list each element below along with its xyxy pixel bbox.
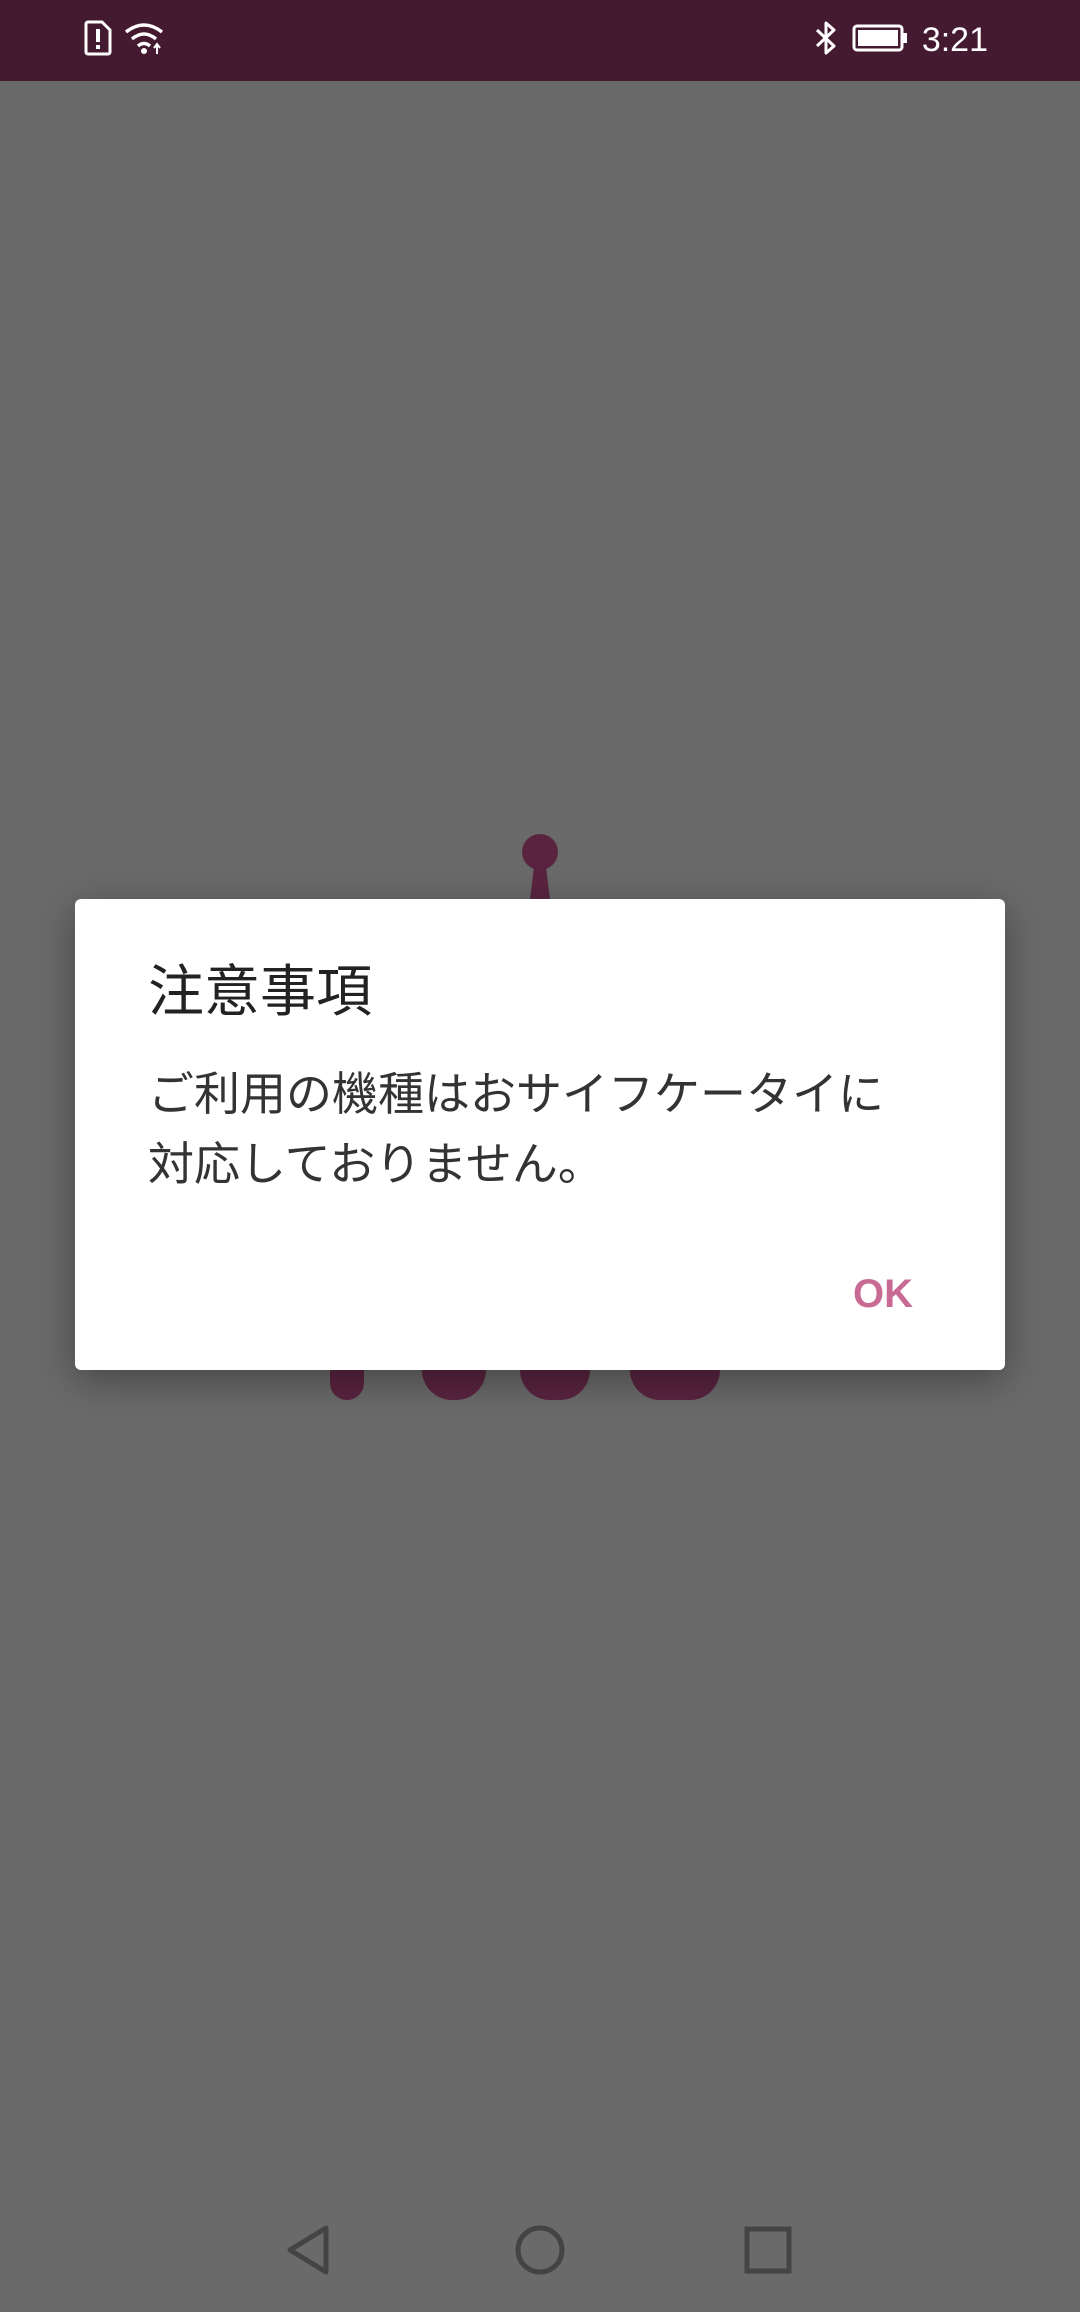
status-left-icons (84, 20, 164, 60)
navigation-bar (0, 2192, 1080, 2312)
dialog-message: ご利用の機種はおサイフケータイに 対応しておりません。 (148, 1059, 948, 1199)
dialog-title: 注意事項 (148, 960, 372, 1025)
sim-alert-icon (84, 20, 112, 60)
back-icon (280, 2222, 336, 2282)
battery-icon (852, 23, 908, 57)
home-icon (512, 2222, 568, 2282)
brand-logo-icon (508, 830, 572, 904)
status-right-icons: 3:21 (814, 18, 988, 62)
dialog-message-line-2: 対応しておりません。 (148, 1137, 604, 1191)
recents-icon (740, 2222, 796, 2282)
status-bar: 3:21 (0, 0, 1080, 81)
bluetooth-icon (814, 19, 838, 61)
ok-button[interactable]: OK (839, 1259, 927, 1329)
status-clock: 3:21 (921, 21, 988, 59)
back-button[interactable] (272, 2216, 344, 2288)
dialog-message-line-1: ご利用の機種はおサイフケータイに (148, 1067, 884, 1121)
home-button[interactable] (504, 2216, 576, 2288)
recents-button[interactable] (732, 2216, 804, 2288)
wifi-icon (124, 20, 164, 60)
alert-dialog: 注意事項 ご利用の機種はおサイフケータイに 対応しておりません。 OK (75, 899, 1005, 1370)
